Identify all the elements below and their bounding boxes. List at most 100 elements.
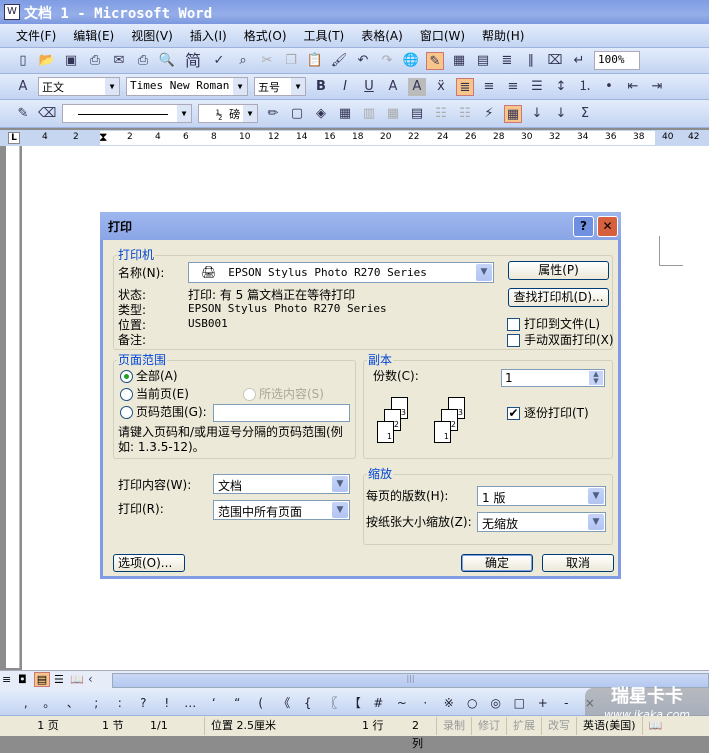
print-icon[interactable]: ⎙ bbox=[134, 52, 152, 70]
drawing-icon[interactable]: ∥ bbox=[522, 52, 540, 70]
page-range-input[interactable] bbox=[213, 404, 350, 422]
align-center-icon[interactable]: ≡ bbox=[480, 78, 498, 96]
symbol-button[interactable]: 、 bbox=[61, 694, 85, 711]
save-icon[interactable]: ▣ bbox=[62, 52, 80, 70]
status-extend[interactable]: 扩展 bbox=[506, 717, 541, 735]
borders-icon[interactable]: ▢ bbox=[288, 105, 306, 123]
status-overtype[interactable]: 改写 bbox=[541, 717, 576, 735]
menu-table[interactable]: 表格(A) bbox=[361, 27, 403, 44]
chevron-down-icon[interactable]: ▼ bbox=[476, 264, 492, 281]
justify-icon[interactable]: ≣ bbox=[456, 77, 474, 96]
char-shading-icon[interactable]: A bbox=[408, 77, 426, 96]
char-scale-icon[interactable]: ẍ bbox=[432, 78, 450, 96]
autosum-icon[interactable]: Σ bbox=[576, 105, 594, 123]
new-icon[interactable]: ▯ bbox=[14, 52, 32, 70]
range-current-label[interactable]: 当前页(E) bbox=[136, 385, 189, 402]
draw-table-icon[interactable]: ✎ bbox=[14, 105, 32, 123]
menu-view[interactable]: 视图(V) bbox=[131, 27, 173, 44]
symbol-button[interactable]: ; bbox=[85, 696, 109, 710]
copy-icon[interactable]: ❐ bbox=[282, 52, 300, 70]
insert-table-icon[interactable]: ▦ bbox=[336, 105, 354, 123]
help-button[interactable]: ? bbox=[573, 216, 594, 237]
print-view-icon[interactable]: ▤ bbox=[34, 672, 50, 687]
chevron-down-icon[interactable]: ▼ bbox=[332, 502, 348, 518]
border-color-icon[interactable]: ✏ bbox=[264, 105, 282, 123]
symbol-button[interactable]: · bbox=[414, 696, 438, 710]
show-hide-icon[interactable]: ↵ bbox=[570, 52, 588, 70]
chevron-down-icon[interactable]: ▼ bbox=[233, 78, 247, 95]
menu-window[interactable]: 窗口(W) bbox=[420, 27, 465, 44]
split-cells-icon[interactable]: ▦ bbox=[384, 105, 402, 123]
collate-checkbox[interactable]: ✔ bbox=[507, 407, 520, 420]
symbol-button[interactable]: ? bbox=[132, 696, 156, 710]
ok-button[interactable]: 确定 bbox=[461, 554, 533, 572]
size-select[interactable]: 五号 ▼ bbox=[254, 77, 306, 96]
shading-color-icon[interactable]: ◈ bbox=[312, 105, 330, 123]
increase-indent-icon[interactable]: ⇥ bbox=[648, 78, 666, 96]
outline-view-icon[interactable]: ☰ bbox=[54, 673, 64, 686]
hyperlink-icon[interactable]: 🌐 bbox=[402, 52, 420, 70]
gridlines-icon[interactable]: ▦ bbox=[504, 104, 522, 123]
zoom-select[interactable]: 100% bbox=[594, 51, 640, 70]
web-view-icon[interactable]: ◘ bbox=[18, 673, 27, 686]
distribute-cols-icon[interactable]: ☷ bbox=[456, 105, 474, 123]
symbol-button[interactable]: ○ bbox=[461, 696, 485, 710]
cancel-button[interactable]: 取消 bbox=[542, 554, 614, 572]
copies-spinner[interactable]: 1 ▲ ▼ bbox=[501, 369, 605, 387]
columns-icon[interactable]: ≣ bbox=[498, 52, 516, 70]
spin-arrows-icon[interactable]: ▲ ▼ bbox=[589, 371, 603, 385]
autoformat-icon[interactable]: ⚡ bbox=[480, 105, 498, 123]
eraser-icon[interactable]: ⌫ bbox=[38, 105, 56, 123]
symbol-button[interactable]: ◎ bbox=[484, 696, 508, 710]
symbol-button[interactable]: … bbox=[179, 696, 203, 710]
symbol-button[interactable]: : bbox=[108, 696, 132, 710]
symbol-button[interactable]: 【 bbox=[343, 694, 367, 711]
chevron-down-icon[interactable]: ▼ bbox=[588, 488, 604, 504]
symbol-button[interactable]: □ bbox=[508, 696, 532, 710]
symbol-button[interactable]: { bbox=[296, 696, 320, 710]
symbol-button[interactable]: - bbox=[555, 696, 579, 710]
spelling-icon[interactable]: ✓ bbox=[210, 52, 228, 70]
line-weight-select[interactable]: ½ 磅 ▼ bbox=[198, 104, 258, 123]
chevron-down-icon[interactable]: ▼ bbox=[177, 105, 191, 122]
indent-marker-icon[interactable]: ⧗ bbox=[99, 130, 107, 145]
symbol-button[interactable]: 〖 bbox=[320, 694, 344, 711]
chevron-down-icon[interactable]: ▼ bbox=[332, 476, 348, 492]
menu-format[interactable]: 格式(O) bbox=[244, 27, 287, 44]
chevron-down-icon[interactable]: ▼ bbox=[105, 78, 119, 95]
line-style-select[interactable]: ▼ bbox=[62, 104, 192, 123]
symbol-button[interactable]: ( bbox=[249, 696, 273, 710]
reading-view-icon[interactable]: 📖 bbox=[70, 673, 84, 686]
range-current-radio[interactable] bbox=[120, 388, 133, 401]
menu-tools[interactable]: 工具(T) bbox=[304, 27, 345, 44]
char-border-icon[interactable]: A bbox=[384, 78, 402, 96]
research-icon[interactable]: ⌕ bbox=[234, 52, 252, 70]
menu-file[interactable]: 文件(F) bbox=[16, 27, 56, 44]
symbol-button[interactable]: # bbox=[367, 696, 391, 710]
symbol-button[interactable]: ※ bbox=[437, 696, 461, 710]
numbering-icon[interactable]: ⒈ bbox=[576, 78, 594, 96]
symbol-button[interactable]: 。 bbox=[38, 694, 62, 711]
sort-ascending-icon[interactable]: ↓ bbox=[528, 105, 546, 123]
symbol-button[interactable]: “ bbox=[226, 696, 250, 710]
italic-icon[interactable]: I bbox=[336, 78, 354, 96]
range-pages-label[interactable]: 页码范围(G): bbox=[136, 403, 207, 420]
normal-view-icon[interactable]: ≡ bbox=[2, 673, 11, 686]
spelling-status-icon[interactable]: 📖 bbox=[641, 717, 669, 735]
undo-icon[interactable]: ↶ bbox=[354, 52, 372, 70]
email-icon[interactable]: ✉ bbox=[110, 52, 128, 70]
permission-icon[interactable]: ⎙ bbox=[86, 52, 104, 70]
bold-icon[interactable]: B bbox=[312, 78, 330, 96]
print-what-select[interactable]: 文档 ▼ bbox=[213, 474, 350, 494]
print-preview-icon[interactable]: 🔍 bbox=[158, 52, 176, 70]
redo-icon[interactable]: ↷ bbox=[378, 52, 396, 70]
font-select[interactable]: Times New Roman ▼ bbox=[126, 77, 248, 96]
range-all-label[interactable]: 全部(A) bbox=[136, 367, 178, 384]
format-painter-icon[interactable]: 🖌 bbox=[330, 52, 348, 70]
insert-table-icon[interactable]: ▦ bbox=[450, 52, 468, 70]
print-select[interactable]: 范围中所有页面 ▼ bbox=[213, 500, 350, 520]
range-all-radio[interactable] bbox=[120, 370, 133, 383]
find-printer-button[interactable]: 查找打印机(D)... bbox=[508, 288, 609, 307]
symbol-button[interactable]: 《 bbox=[273, 694, 297, 711]
menu-insert[interactable]: 插入(I) bbox=[190, 27, 227, 44]
